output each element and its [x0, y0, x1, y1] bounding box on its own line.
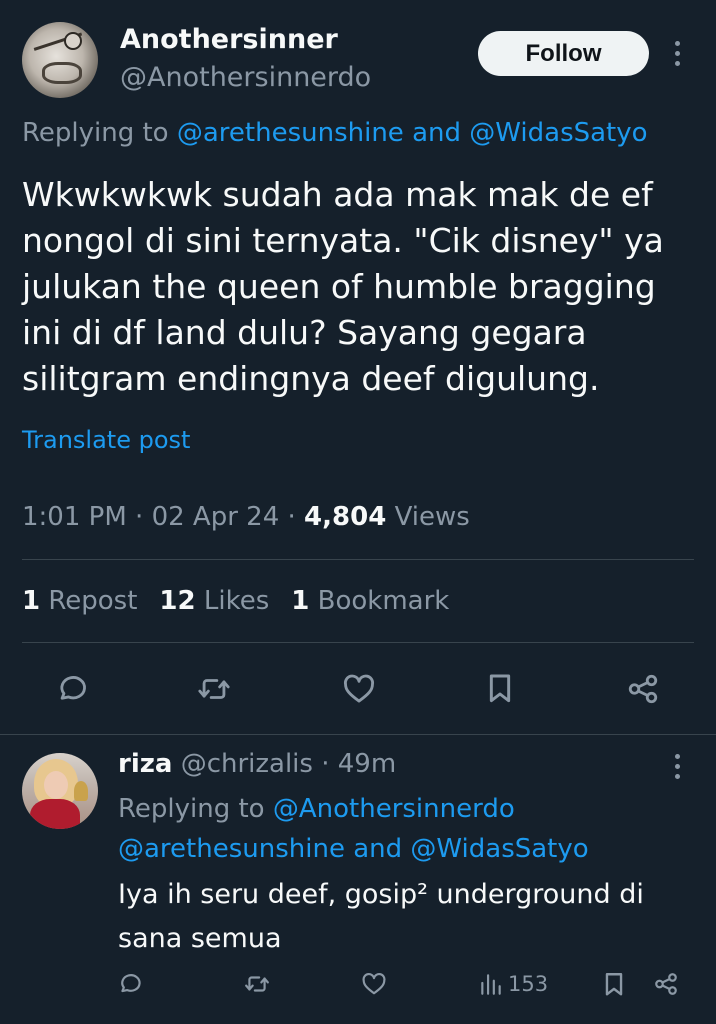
reposts-label: Repost [48, 586, 138, 616]
replying-prefix: Replying to [22, 118, 169, 148]
views-icon [481, 974, 501, 995]
bookmark-icon[interactable] [481, 668, 519, 708]
divider [22, 559, 694, 560]
reply-icon[interactable] [116, 971, 144, 997]
reply-icon[interactable] [52, 671, 92, 707]
tweet-text: Iya ih seru deef, gosip² underground di … [118, 879, 644, 954]
display-name[interactable]: Anothersinner [120, 24, 338, 55]
likes-count: 12 [159, 586, 196, 616]
reply-tweet[interactable]: riza @chrizalis · 49m Replying to @Anoth… [0, 735, 716, 1024]
share-icon[interactable] [652, 971, 680, 997]
avatar[interactable] [22, 753, 98, 829]
handle[interactable]: @chrizalis [181, 749, 313, 779]
replying-and[interactable]: and [412, 118, 461, 148]
bookmarks-stat[interactable]: 1 Bookmark [291, 586, 449, 616]
tweet-date[interactable]: 02 Apr 24 [152, 502, 280, 532]
tweet-age: 49m [337, 749, 397, 779]
tweet-stats: 1 Repost 12 Likes 1 Bookmark [22, 586, 449, 616]
main-tweet: Anothersinner @Anothersinnerdo Follow Re… [0, 0, 716, 735]
mention-link[interactable]: @WidasSatyo [469, 118, 647, 148]
like-icon[interactable] [339, 670, 379, 708]
tweet-meta: 1:01 PM · 02 Apr 24 · 4,804 Views [22, 502, 470, 532]
repost-icon[interactable] [242, 971, 272, 997]
views-count: 4,804 [304, 502, 387, 532]
avatar[interactable] [22, 22, 98, 98]
mention-link[interactable]: @WidasSatyo [410, 834, 588, 864]
more-icon[interactable] [668, 38, 688, 70]
reposts-stat[interactable]: 1 Repost [22, 586, 137, 616]
display-name[interactable]: riza [118, 749, 172, 779]
replying-to: Replying to @arethesunshine and @WidasSa… [22, 118, 648, 148]
replying-prefix: Replying to [118, 794, 265, 824]
repost-icon[interactable] [193, 671, 235, 707]
more-icon[interactable] [668, 751, 688, 783]
likes-stat[interactable]: 12 Likes [159, 586, 269, 616]
replying-to: Replying to @Anothersinnerdo @arethesuns… [118, 789, 678, 869]
mention-link[interactable]: @arethesunshine [177, 118, 404, 148]
separator: · [287, 502, 296, 532]
mention-link[interactable]: @Anothersinnerdo [273, 794, 515, 824]
replying-and[interactable]: and [353, 834, 402, 864]
like-icon[interactable] [360, 971, 388, 997]
translate-post-link[interactable]: Translate post [22, 426, 190, 454]
handle[interactable]: @Anothersinnerdo [120, 62, 371, 93]
views-count: 153 [508, 972, 549, 996]
bookmarks-count: 1 [291, 586, 310, 616]
divider [22, 642, 694, 643]
likes-label: Likes [203, 586, 270, 616]
bookmark-icon[interactable] [601, 969, 627, 999]
tweet-time[interactable]: 1:01 PM [22, 502, 127, 532]
share-icon[interactable] [622, 670, 664, 708]
separator: · [321, 749, 330, 779]
separator: · [135, 502, 144, 532]
reply-header: riza @chrizalis · 49m [118, 749, 396, 779]
views-stat[interactable]: 153 [478, 971, 548, 997]
bookmarks-label: Bookmark [317, 586, 450, 616]
views-label: Views [394, 502, 470, 532]
reposts-count: 1 [22, 586, 41, 616]
tweet-text: Wkwkwkwk sudah ada mak mak de ef nongol … [22, 175, 664, 398]
follow-button[interactable]: Follow [478, 31, 649, 76]
mention-link[interactable]: @arethesunshine [118, 834, 345, 864]
